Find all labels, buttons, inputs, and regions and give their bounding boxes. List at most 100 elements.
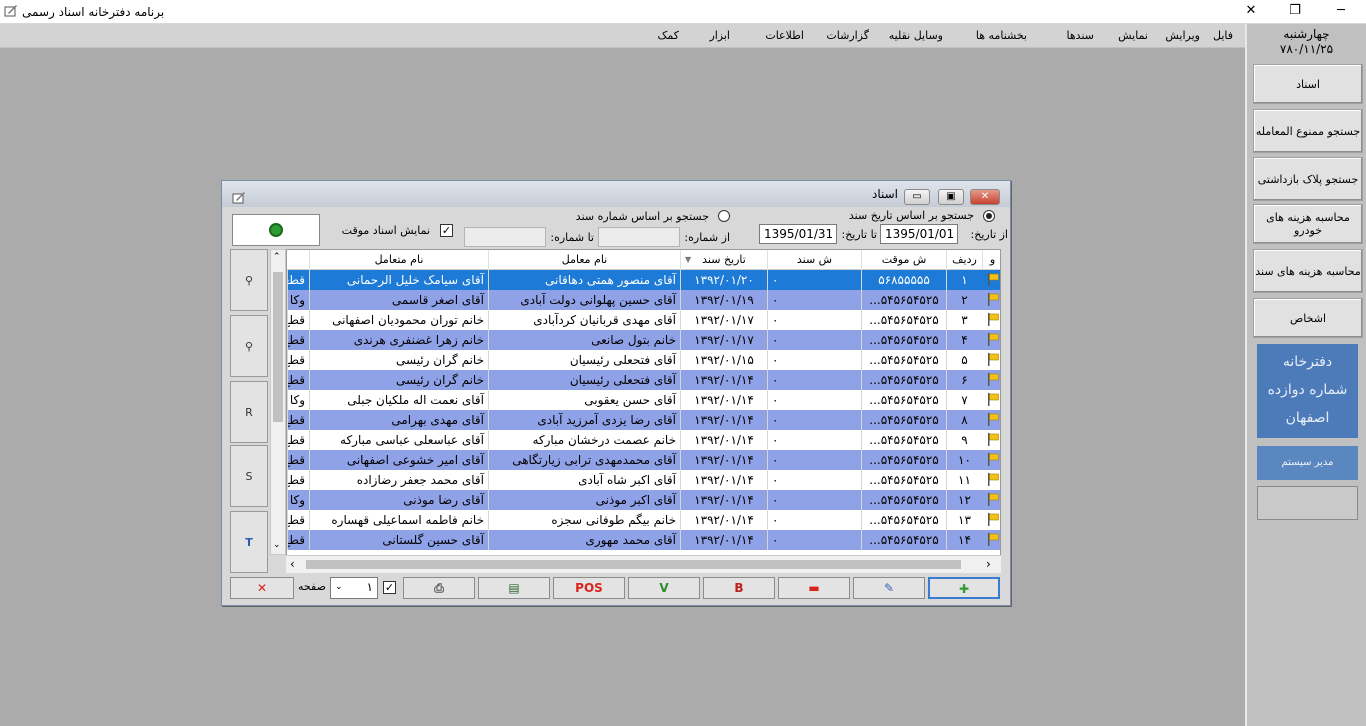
col-header-party-a[interactable]: نام معامل xyxy=(488,250,680,270)
dialog-restore-button[interactable]: ▣ xyxy=(938,189,964,205)
cell-a: آقای منصور همتی دهاقانی xyxy=(488,270,680,290)
flag-icon xyxy=(988,533,999,546)
show-temp-checkbox[interactable]: ✓ xyxy=(440,224,453,237)
table-row[interactable]: ۲ ۵۴۵۶۵۴۵۲۵... ۰ ۱۳۹۲/۰۱/۱۹ آقای حسین پهلوان… xyxy=(287,290,1000,310)
menu-information[interactable]: اطلاعات xyxy=(765,29,804,42)
document-cost-button[interactable]: محاسبه هزینه های سند xyxy=(1253,249,1363,293)
table-row[interactable]: ۱ ۵۶۸۵۵۵۵۵ ۰ ۱۳۹۲/۰۱/۲۰ آقای منصور همتی دهاق… xyxy=(287,270,1000,290)
cell-b: آقای عباسعلی عباسی مبارکه xyxy=(309,430,488,450)
scroll-up-icon[interactable]: ⌃ xyxy=(273,252,281,262)
search-button-2[interactable]: ⚲ xyxy=(230,315,268,377)
table-row[interactable]: ۸ ۵۴۵۶۵۴۵۲۵... ۰ ۱۳۹۲/۰۱/۱۴ آقای رضا یزدی آم… xyxy=(287,410,1000,430)
cell-date: ۱۳۹۲/۰۱/۱۴ xyxy=(680,410,767,430)
from-date-label: از تاریخ: xyxy=(970,228,1008,241)
cell-doc: ۰ xyxy=(767,270,861,290)
delete-button[interactable]: ✕ xyxy=(230,577,294,599)
col-header-row[interactable]: ردیف xyxy=(946,250,982,270)
system-manager-button[interactable]: مدیر سیستم xyxy=(1257,446,1358,480)
print-button[interactable]: ⎙ xyxy=(403,577,475,599)
table-row[interactable]: ۴ ۵۴۵۶۵۴۵۲۵... ۰ ۱۳۹۲/۰۱/۱۷ خانم بتول صانعی خ… xyxy=(287,330,1000,350)
documents-dialog: اسناد ▭ ▣ ✕ جستجو بر اساس تاریخ سند جستج… xyxy=(221,180,1011,606)
grid-horizontal-scrollbar[interactable]: ‹ › xyxy=(286,555,1001,573)
side-panel: چهارشنبه ۷۸۰/۱۱/۲۵ اسناد جستجو ممنوع الم… xyxy=(1245,24,1366,726)
menu-circulars[interactable]: بخشنامه ها xyxy=(976,29,1027,42)
scroll-left-icon[interactable]: ‹ xyxy=(290,557,295,571)
table-row[interactable]: ۶ ۵۴۵۶۵۴۵۲۵... ۰ ۱۳۹۲/۰۱/۱۴ آقای فتحعلی رئیس… xyxy=(287,370,1000,390)
prohibited-search-button[interactable]: جستجو ممنوع المعامله xyxy=(1253,109,1363,153)
table-row[interactable]: ۳ ۵۴۵۶۵۴۵۲۵... ۰ ۱۳۹۲/۰۱/۱۷ آقای مهدی قربانی… xyxy=(287,310,1000,330)
filter-s-button[interactable]: S xyxy=(230,445,268,507)
dialog-close-button[interactable]: ✕ xyxy=(970,189,1000,205)
col-header-date-label: تاریخ سند xyxy=(702,253,746,266)
filter-r-button[interactable]: R xyxy=(230,381,268,443)
table-row[interactable]: ۱۳ ۵۴۵۶۵۴۵۲۵... ۰ ۱۳۹۲/۰۱/۱۴ خانم بیگم طوفان… xyxy=(287,510,1000,530)
edit-button[interactable]: ✎ xyxy=(853,577,925,599)
v-button[interactable]: V xyxy=(628,577,700,599)
flag-icon xyxy=(988,333,999,346)
col-header-flag[interactable]: و xyxy=(982,250,1000,270)
cell-n: ۱۴ xyxy=(946,530,982,550)
page-checkbox[interactable]: ✓ xyxy=(383,581,396,594)
to-number-input[interactable] xyxy=(464,227,546,247)
filter-t-button[interactable]: T xyxy=(230,511,268,573)
b-button[interactable]: B xyxy=(703,577,775,599)
minimize-window-button[interactable]: ─ xyxy=(1318,0,1364,22)
cell-n: ۴ xyxy=(946,330,982,350)
vertical-scroll-thumb[interactable] xyxy=(273,272,283,422)
radio-search-by-number[interactable] xyxy=(718,210,730,222)
col-header-party-b[interactable]: نام متعامل xyxy=(309,250,488,270)
table-row[interactable]: ۹ ۵۴۵۶۵۴۵۲۵... ۰ ۱۳۹۲/۰۱/۱۴ خانم عصمت درخشان… xyxy=(287,430,1000,450)
from-number-label: از شماره: xyxy=(684,231,730,244)
vehicle-cost-button[interactable]: محاسبه هزینه های خودرو xyxy=(1253,204,1363,244)
cell-date: ۱۳۹۲/۰۱/۱۴ xyxy=(680,470,767,490)
menu-documents[interactable]: سندها xyxy=(1067,29,1094,42)
cell-a: آقای اکبر موذنی xyxy=(488,490,680,510)
flag-icon xyxy=(988,513,999,526)
col-header-date[interactable]: تاریخ سند ▼ xyxy=(680,250,767,270)
cell-b: آقای امیر خشوعی اصفهانی xyxy=(309,450,488,470)
cell-n: ۱۳ xyxy=(946,510,982,530)
maximize-window-button[interactable]: ❐ xyxy=(1272,0,1318,22)
persons-button[interactable]: اشخاص xyxy=(1253,298,1363,338)
refresh-button[interactable] xyxy=(232,214,320,246)
menu-tools[interactable]: ابزار xyxy=(709,29,730,42)
menu-view[interactable]: نمایش xyxy=(1118,29,1148,42)
table-row[interactable]: ۵ ۵۴۵۶۵۴۵۲۵... ۰ ۱۳۹۲/۰۱/۱۵ آقای فتحعلی رئیس… xyxy=(287,350,1000,370)
seized-plate-search-button[interactable]: جستجو پلاک بازداشتی xyxy=(1253,157,1363,201)
add-button[interactable]: ✚ xyxy=(928,577,1000,599)
col-header-temp[interactable]: ش موقت xyxy=(861,250,946,270)
table-row[interactable]: ۷ ۵۴۵۶۵۴۵۲۵... ۰ ۱۳۹۲/۰۱/۱۴ آقای حسن یعقوبی آ… xyxy=(287,390,1000,410)
menu-reports[interactable]: گزارشات xyxy=(826,29,869,42)
from-date-input[interactable]: 1395/01/01 xyxy=(880,224,958,244)
table-row[interactable]: ۱۰ ۵۴۵۶۵۴۵۲۵... ۰ ۱۳۹۲/۰۱/۱۴ آقای محمدمهدی ت… xyxy=(287,450,1000,470)
pos-button[interactable]: POS xyxy=(553,577,625,599)
search-button-1[interactable]: ⚲ xyxy=(230,249,268,311)
cell-doc: ۰ xyxy=(767,510,861,530)
app-titlebar: برنامه دفترخانه اسناد رسمی ✕ ❐ ─ xyxy=(0,0,1366,24)
image-button[interactable]: ▤ xyxy=(478,577,550,599)
dialog-minimize-button[interactable]: ▭ xyxy=(904,189,930,205)
close-window-button[interactable]: ✕ xyxy=(1228,0,1274,22)
scroll-down-icon[interactable]: ⌄ xyxy=(273,540,281,550)
to-date-input[interactable]: 1395/01/31 xyxy=(759,224,837,244)
menu-file[interactable]: فایل xyxy=(1213,29,1233,42)
table-row[interactable]: ۱۴ ۵۴۵۶۵۴۵۲۵... ۰ ۱۳۹۲/۰۱/۱۴ آقای محمد مهوری… xyxy=(287,530,1000,550)
col-header-doc[interactable]: ش سند xyxy=(767,250,861,270)
documents-button[interactable]: اسناد xyxy=(1253,64,1363,104)
page-select[interactable]: ۱ ⌄ xyxy=(330,577,378,599)
menu-edit[interactable]: ویرایش xyxy=(1165,29,1200,42)
table-row[interactable]: ۱۱ ۵۴۵۶۵۴۵۲۵... ۰ ۱۳۹۲/۰۱/۱۴ آقای اکبر شاه آ… xyxy=(287,470,1000,490)
cell-c: قطع xyxy=(287,330,309,350)
table-row[interactable]: ۱۲ ۵۴۵۶۵۴۵۲۵... ۰ ۱۳۹۲/۰۱/۱۴ آقای اکبر موذنی… xyxy=(287,490,1000,510)
menu-help[interactable]: کمک xyxy=(658,29,679,42)
cell-temp: ۵۴۵۶۵۴۵۲۵... xyxy=(861,370,946,390)
menu-vehicles[interactable]: وسایل نقلیه xyxy=(889,29,943,42)
flag-icon xyxy=(988,473,999,486)
horizontal-scroll-thumb[interactable] xyxy=(306,560,961,569)
grid-vertical-scrollbar[interactable]: ⌃ ⌄ xyxy=(270,249,286,555)
radio-search-by-date[interactable] xyxy=(983,210,995,222)
remove-button[interactable]: ▬ xyxy=(778,577,850,599)
scroll-right-icon[interactable]: › xyxy=(986,557,991,571)
from-number-input[interactable] xyxy=(598,227,680,247)
cell-b: خانم توران محمودیان اصفهانی xyxy=(309,310,488,330)
